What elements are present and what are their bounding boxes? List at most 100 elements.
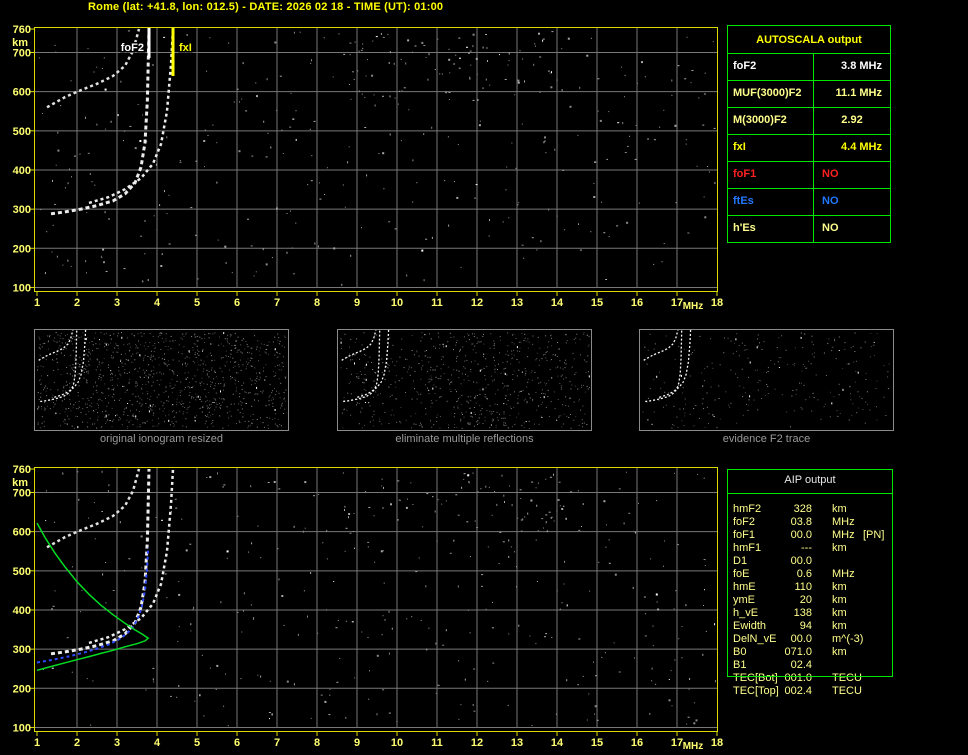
parameter-value: 2.92 xyxy=(841,114,863,126)
top-ionogram: foF2 fxI760700600500400300200100km1 2 3 4 5 6 7… xyxy=(12,24,723,312)
autoscala-app-window: Rome (lat: +41.8, lon: 012.5) - DATE: 20… xyxy=(0,0,968,755)
svg-text:2: 2 xyxy=(74,297,80,309)
plot-frame xyxy=(34,27,718,292)
autoscala-table-row: foF1 NO xyxy=(728,161,890,188)
svg-text:760: 760 xyxy=(13,24,31,36)
parameter-label: foF1 xyxy=(733,529,756,541)
autoscala-table-row: fxI 4.4 MHz xyxy=(728,134,890,161)
parameter-label: fxI xyxy=(728,135,814,161)
grid-lines xyxy=(35,28,717,288)
autoscala-table-row: h'Es NO xyxy=(728,215,890,242)
parameter-unit: km xyxy=(832,620,847,632)
parameter-value: 002.4 xyxy=(784,685,812,697)
thumbnail-trace xyxy=(645,330,683,403)
parameter-label: hmF1 xyxy=(733,542,762,554)
svg-text:4: 4 xyxy=(154,737,161,749)
thumbnail-original-ionogram xyxy=(34,329,289,431)
svg-text:200: 200 xyxy=(13,243,31,255)
parameter-label: foF1 xyxy=(728,162,814,188)
foF2-marker-label: foF2 xyxy=(121,42,144,54)
parameter-label: foF2 xyxy=(728,54,814,80)
electron-density-profile-trace xyxy=(36,522,150,672)
parameter-value: 11.1 MHz xyxy=(835,87,882,99)
aip-table-row: B1 02.4 xyxy=(727,659,893,672)
thumbnail-trace xyxy=(40,330,78,403)
thumbnail-trace xyxy=(643,330,679,361)
svg-text:15: 15 xyxy=(591,297,603,309)
svg-text:7: 7 xyxy=(274,737,280,749)
svg-text:200: 200 xyxy=(13,683,31,695)
aip-table-row: foF1 00.0 MHz [PN] xyxy=(727,529,893,542)
svg-text:18: 18 xyxy=(711,737,723,749)
aip-table-header: AIP output xyxy=(784,474,836,486)
thumbnail-caption: original ionogram resized xyxy=(100,433,223,445)
svg-text:16: 16 xyxy=(631,297,643,309)
aip-table-row: D1 00.0 xyxy=(727,555,893,568)
aip-table-row: TEC[Top] 002.4 TECU xyxy=(727,685,893,698)
svg-text:10: 10 xyxy=(391,297,403,309)
parameter-unit: m^(-3) xyxy=(832,633,864,645)
svg-text:6: 6 xyxy=(234,737,240,749)
parameter-label: B1 xyxy=(733,659,747,671)
thumbnail-caption: evidence F2 trace xyxy=(722,433,811,445)
bottom-ionogram: 760700600500400300200100km1 2 3 4 5 6 7 8 9 10 11 1… xyxy=(12,464,723,752)
axis-ticks xyxy=(30,468,718,736)
parameter-value: 03.8 xyxy=(790,516,812,528)
aip-table-row: hmE 110 km xyxy=(727,581,893,594)
svg-text:6: 6 xyxy=(234,297,240,309)
parameter-unit: MHz xyxy=(832,516,855,528)
svg-text:760: 760 xyxy=(13,464,31,476)
f2-extraordinary-echo-trace-trace xyxy=(88,28,175,205)
svg-text:300: 300 xyxy=(13,644,31,656)
aip-header-divider xyxy=(727,493,893,494)
svg-text:400: 400 xyxy=(13,605,31,617)
svg-text:600: 600 xyxy=(13,87,31,99)
svg-text:1: 1 xyxy=(34,737,40,749)
parameter-value: NO xyxy=(822,195,839,207)
svg-text:16: 16 xyxy=(631,737,643,749)
svg-text:600: 600 xyxy=(13,527,31,539)
parameter-label: h_vE xyxy=(733,607,759,619)
parameter-label: ftEs xyxy=(728,189,814,215)
parameter-note: [PN] xyxy=(863,529,885,541)
svg-text:17: 17 xyxy=(671,737,683,749)
parameter-value: 00.0 xyxy=(790,555,812,567)
autoscala-output-table: AUTOSCALA output foF2 3.8 MHz MUF(3000)F2 1… xyxy=(727,25,891,243)
f2-ordinary-echo-trace-trace xyxy=(50,468,151,656)
thumbnail-evidence-f2-trace xyxy=(639,329,894,431)
parameter-value: 0.6 xyxy=(796,568,812,580)
svg-text:14: 14 xyxy=(551,737,564,749)
svg-text:km: km xyxy=(12,477,28,489)
fxI-marker-label: fxI xyxy=(179,42,192,54)
parameter-unit: MHz xyxy=(832,568,855,580)
svg-text:1: 1 xyxy=(34,297,40,309)
autoscala-table-row: ftEs NO xyxy=(728,188,890,215)
svg-text:11: 11 xyxy=(431,737,443,749)
svg-text:9: 9 xyxy=(354,297,360,309)
thumbnail-caption: eliminate multiple reflections xyxy=(395,433,534,445)
thumbnail-trace xyxy=(357,330,390,398)
parameter-value: 110 xyxy=(794,581,812,593)
parameter-label: hmE xyxy=(733,581,756,593)
parameter-value: 3.8 MHz xyxy=(841,60,882,72)
plot-frame xyxy=(34,467,718,732)
thumbnail-eliminate-reflections xyxy=(337,329,592,431)
parameter-value: --- xyxy=(801,542,812,554)
axis-ticks xyxy=(30,28,718,296)
autoscala-table-row: foF2 3.8 MHz xyxy=(728,53,890,80)
svg-text:100: 100 xyxy=(13,722,31,734)
autoscala-table-row: M(3000)F2 2.92 xyxy=(728,107,890,134)
svg-text:100: 100 xyxy=(13,282,31,294)
parameter-unit: km xyxy=(832,581,847,593)
parameter-unit: km xyxy=(832,607,847,619)
aip-table-row: hmF1 --- km xyxy=(727,542,893,555)
svg-text:MHz: MHz xyxy=(683,301,704,312)
parameter-label: MUF(3000)F2 xyxy=(728,81,814,107)
svg-text:4: 4 xyxy=(154,297,161,309)
thumbnail-trace xyxy=(659,330,692,398)
parameter-unit: km xyxy=(832,646,847,658)
svg-text:12: 12 xyxy=(471,737,483,749)
parameter-label: hmF2 xyxy=(733,503,762,515)
aip-table-row: ymE 20 km xyxy=(727,594,893,607)
parameter-value: 071.0 xyxy=(784,646,812,658)
